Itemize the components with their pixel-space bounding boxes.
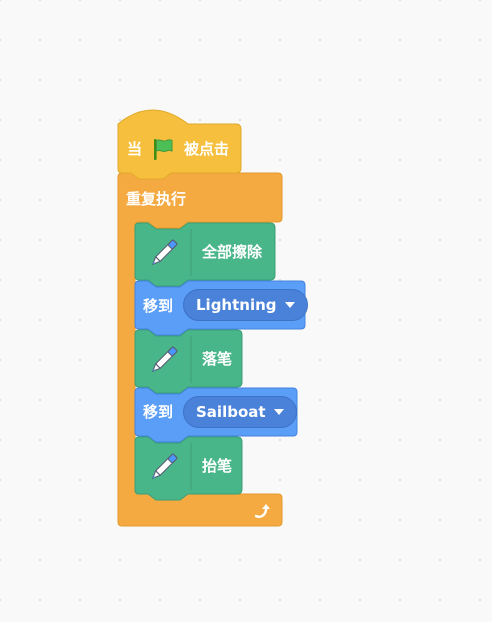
hat-prefix-label: 当 bbox=[127, 140, 143, 158]
pen-icon bbox=[151, 453, 178, 480]
goto-target-dropdown[interactable]: Lightning bbox=[183, 289, 308, 321]
pen-up-label: 抬笔 bbox=[202, 457, 233, 475]
caret-down-icon bbox=[284, 301, 295, 308]
green-flag-icon bbox=[154, 139, 173, 160]
goto-label: 移到 bbox=[143, 297, 174, 315]
code-workspace[interactable]: 当 被点击 重复执行 全部擦除 移到 Lightning 落笔 移到 Sailb… bbox=[0, 0, 492, 622]
hat-suffix-label: 被点击 bbox=[184, 140, 230, 158]
loop-arrow-icon bbox=[254, 504, 270, 518]
pen-icon bbox=[151, 239, 178, 266]
goto-target-dropdown[interactable]: Sailboat bbox=[183, 396, 297, 428]
forever-label: 重复执行 bbox=[126, 190, 187, 208]
dropdown-value: Lightning bbox=[196, 296, 277, 314]
pen-down-label: 落笔 bbox=[202, 350, 233, 368]
caret-down-icon bbox=[273, 408, 284, 415]
goto-label: 移到 bbox=[143, 403, 174, 421]
pen-icon bbox=[151, 346, 178, 373]
dropdown-value: Sailboat bbox=[196, 403, 266, 421]
pen-clear-label: 全部擦除 bbox=[202, 243, 263, 261]
